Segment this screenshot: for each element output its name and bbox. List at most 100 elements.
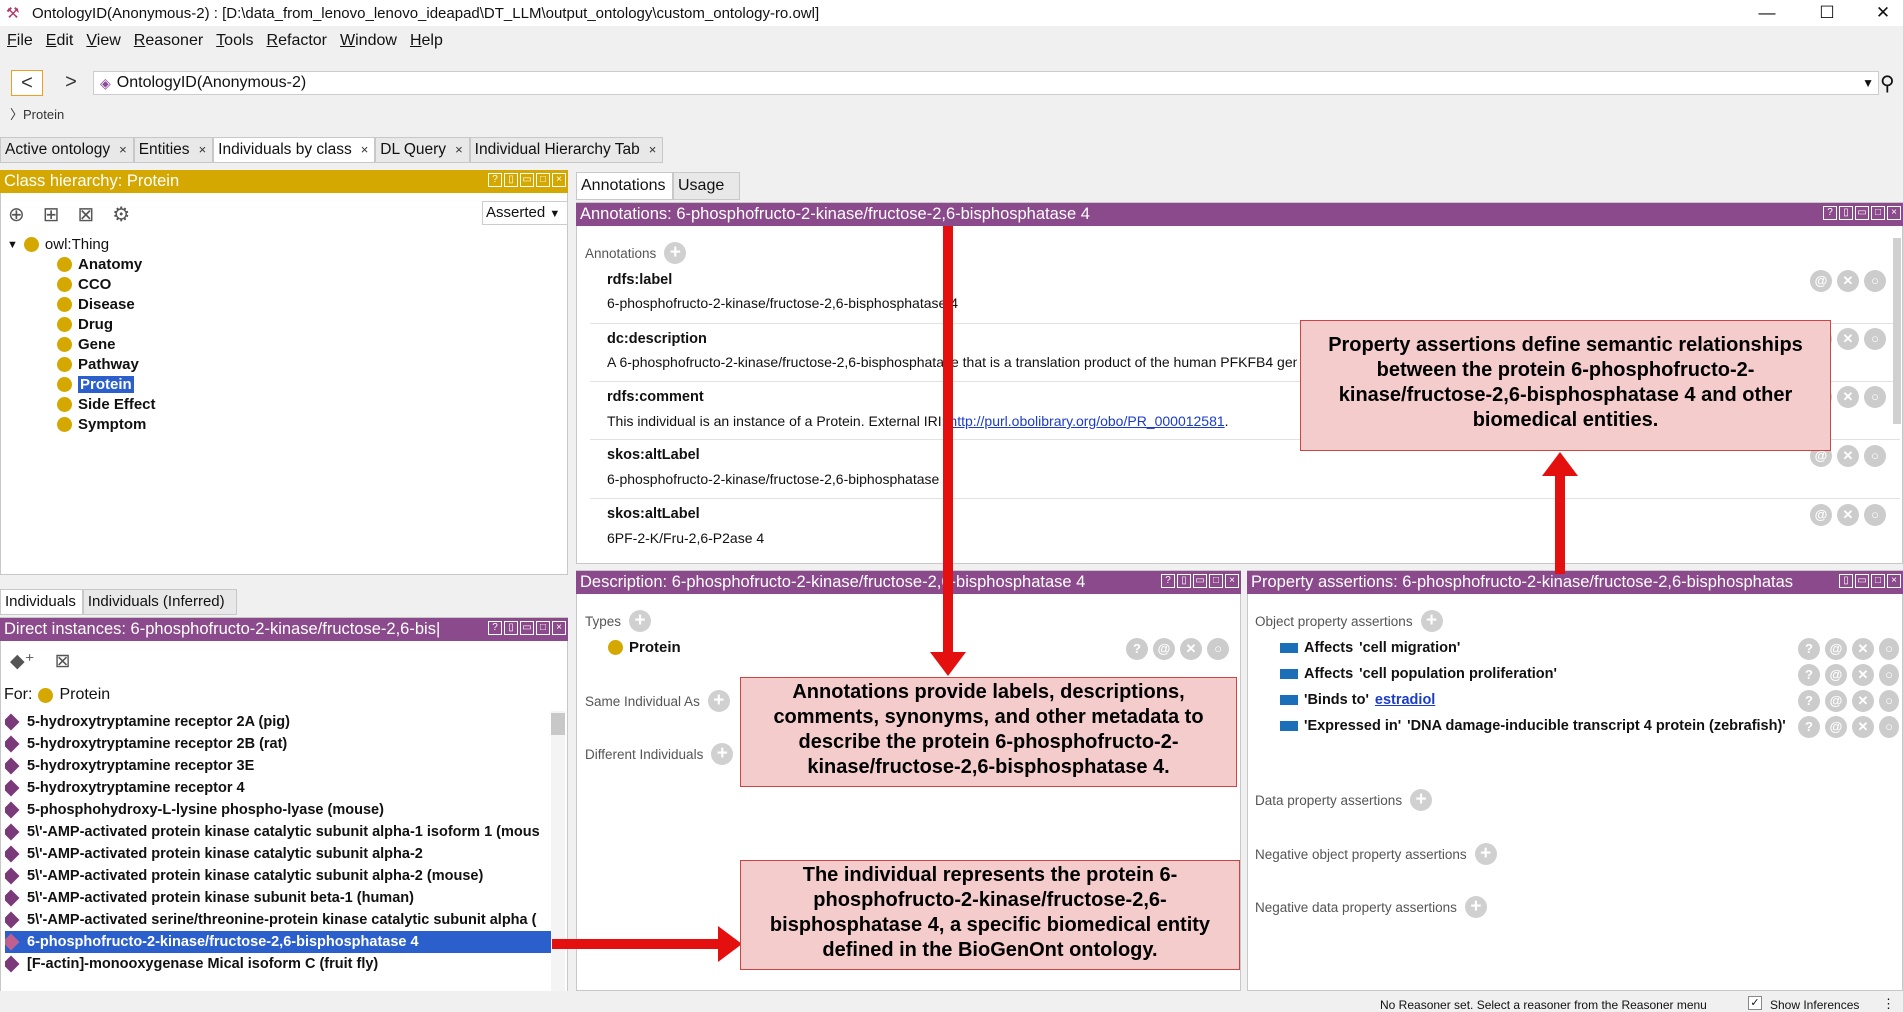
menu-edit[interactable]: Edit (46, 32, 74, 58)
scrollbar-thumb[interactable] (551, 713, 565, 735)
close-window-button[interactable]: ✕ (1858, 0, 1903, 26)
delete-icon[interactable]: ✕ (1837, 504, 1859, 526)
add-annotation-button[interactable]: + (664, 242, 687, 264)
menu-tools[interactable]: Tools (216, 32, 253, 58)
delete-icon[interactable]: ✕ (1852, 716, 1874, 738)
add-individual-icon[interactable]: ◆⁺ (10, 650, 35, 673)
close-tab-icon[interactable]: × (119, 138, 127, 162)
tab-usage[interactable]: Usage (673, 172, 740, 200)
delete-icon[interactable]: ✕ (1837, 445, 1859, 467)
tab-individual-hierarchy[interactable]: Individual Hierarchy Tab × (469, 137, 664, 163)
tree-item-cco[interactable]: CCO (57, 276, 111, 293)
delete-icon[interactable]: ✕ (1837, 386, 1859, 408)
add-different-individual-button[interactable]: + (711, 743, 734, 765)
delete-icon[interactable]: ✕ (1852, 664, 1874, 686)
tree-item-pathway[interactable]: Pathway (57, 356, 139, 373)
tree-root[interactable]: ▼ owl:Thing (7, 236, 109, 253)
close-tab-icon[interactable]: × (455, 138, 463, 162)
tab-active-ontology[interactable]: Active ontology × (0, 137, 134, 163)
list-item-selected[interactable]: 6-phosphofructo-2-kinase/fructose-2,6-bi… (5, 931, 553, 953)
delete-icon[interactable]: ✕ (1837, 270, 1859, 292)
delete-class-icon[interactable]: ⊠ (78, 202, 95, 227)
property-value-link[interactable]: estradiol (1375, 692, 1435, 708)
add-type-button[interactable]: + (629, 610, 652, 632)
tab-annotations[interactable]: Annotations (576, 172, 673, 200)
annotate-icon[interactable]: @ (1825, 716, 1847, 738)
view-controls[interactable]: ? ▯ ▭ □ × (1823, 206, 1901, 220)
add-data-property-button[interactable]: + (1410, 789, 1433, 811)
list-item[interactable]: 5\'-AMP-activated serine/threonine-prote… (5, 909, 553, 931)
resize-grip-icon[interactable]: ⋮ (1882, 996, 1895, 1012)
tab-individuals[interactable]: Individuals (0, 589, 83, 615)
settings-icon[interactable]: ⚙ (112, 202, 130, 227)
list-item[interactable]: 5-phosphohydroxy-L-lysine phospho-lyase … (5, 799, 553, 821)
view-controls[interactable]: ▯ ▭ □ × (1839, 574, 1901, 588)
show-inferences-checkbox[interactable]: ✓ (1748, 996, 1762, 1010)
list-item[interactable]: [F-actin]-monooxygenase Mical isoform C … (5, 953, 553, 975)
list-item[interactable]: 5-hydroxytryptamine receptor 4 (5, 777, 553, 799)
delete-icon[interactable]: ✕ (1837, 328, 1859, 350)
delete-icon[interactable]: ✕ (1852, 638, 1874, 660)
chevron-down-icon[interactable]: ▼ (1862, 76, 1874, 90)
delete-individual-icon[interactable]: ⊠ (55, 650, 71, 673)
back-button[interactable]: < (11, 70, 43, 96)
menu-help[interactable]: Help (410, 32, 443, 58)
annotate-icon[interactable]: @ (1825, 690, 1847, 712)
view-controls[interactable]: ? ▯ ▭ □ × (1161, 574, 1239, 588)
tab-dl-query[interactable]: DL Query × (375, 137, 470, 163)
annotate-icon[interactable]: @ (1810, 504, 1832, 526)
object-property-row[interactable]: 'Expressed in' 'DNA damage-inducible tran… (1280, 718, 1786, 734)
tab-individuals-inferred[interactable]: Individuals (Inferred) (82, 589, 237, 615)
list-item[interactable]: 5\'-AMP-activated protein kinase catalyt… (5, 843, 553, 865)
tree-item-symptom[interactable]: Symptom (57, 416, 146, 433)
annotate-icon[interactable]: @ (1825, 638, 1847, 660)
edit-icon[interactable]: ○ (1864, 270, 1886, 292)
list-item[interactable]: 5\'-AMP-activated protein kinase catalyt… (5, 821, 553, 843)
edit-icon[interactable]: ○ (1864, 445, 1886, 467)
external-iri-link[interactable]: http://purl.obolibrary.org/obo/PR_000012… (949, 413, 1224, 429)
add-negative-object-property-button[interactable]: + (1474, 843, 1497, 865)
list-item[interactable]: 5\'-AMP-activated protein kinase catalyt… (5, 865, 553, 887)
close-tab-icon[interactable]: × (199, 138, 207, 162)
close-tab-icon[interactable]: × (649, 138, 657, 162)
view-controls[interactable]: ? ▯ ▭ □ × (488, 173, 566, 187)
annotate-icon[interactable]: @ (1810, 270, 1832, 292)
close-tab-icon[interactable]: × (361, 138, 369, 162)
tree-item-gene[interactable]: Gene (57, 336, 116, 353)
menu-file[interactable]: File (7, 32, 33, 58)
object-property-row[interactable]: Affects 'cell population proliferation' (1280, 666, 1557, 682)
explain-icon[interactable]: ? (1126, 638, 1148, 660)
edit-icon[interactable]: ○ (1207, 638, 1229, 660)
explain-icon[interactable]: ? (1798, 664, 1820, 686)
tree-item-drug[interactable]: Drug (57, 316, 113, 333)
explain-icon[interactable]: ? (1798, 690, 1820, 712)
edit-icon[interactable]: ○ (1879, 716, 1899, 738)
list-item[interactable]: 5-hydroxytryptamine receptor 2B (rat) (5, 733, 553, 755)
add-same-individual-button[interactable]: + (707, 690, 730, 712)
add-negative-data-property-button[interactable]: + (1464, 896, 1487, 918)
menu-refactor[interactable]: Refactor (267, 32, 327, 58)
ontology-selector[interactable]: ◈ OntologyID(Anonymous-2) ▼ (93, 71, 1879, 95)
forward-button[interactable]: > (55, 70, 87, 96)
edit-icon[interactable]: ○ (1879, 638, 1899, 660)
edit-icon[interactable]: ○ (1864, 386, 1886, 408)
type-entry[interactable]: Protein (608, 639, 681, 656)
add-object-property-button[interactable]: + (1420, 610, 1443, 632)
tree-item-protein[interactable]: Protein (57, 376, 134, 393)
object-property-row[interactable]: 'Binds to' estradiol (1280, 692, 1435, 708)
vertical-scrollbar[interactable] (551, 711, 565, 991)
edit-icon[interactable]: ○ (1879, 664, 1899, 686)
object-property-row[interactable]: Affects 'cell migration' (1280, 640, 1460, 656)
list-item[interactable]: 5-hydroxytryptamine receptor 3E (5, 755, 553, 777)
chevron-down-icon[interactable]: ▼ (7, 239, 18, 251)
search-icon[interactable]: ⚲ (1880, 71, 1895, 96)
explain-icon[interactable]: ? (1798, 716, 1820, 738)
edit-icon[interactable]: ○ (1864, 328, 1886, 350)
edit-icon[interactable]: ○ (1879, 690, 1899, 712)
annotate-icon[interactable]: @ (1825, 664, 1847, 686)
explain-icon[interactable]: ? (1798, 638, 1820, 660)
breadcrumb[interactable]: 〉Protein (10, 104, 64, 123)
tree-item-disease[interactable]: Disease (57, 296, 135, 313)
add-sibling-class-icon[interactable]: ⊞ (43, 202, 60, 227)
delete-icon[interactable]: ✕ (1852, 690, 1874, 712)
